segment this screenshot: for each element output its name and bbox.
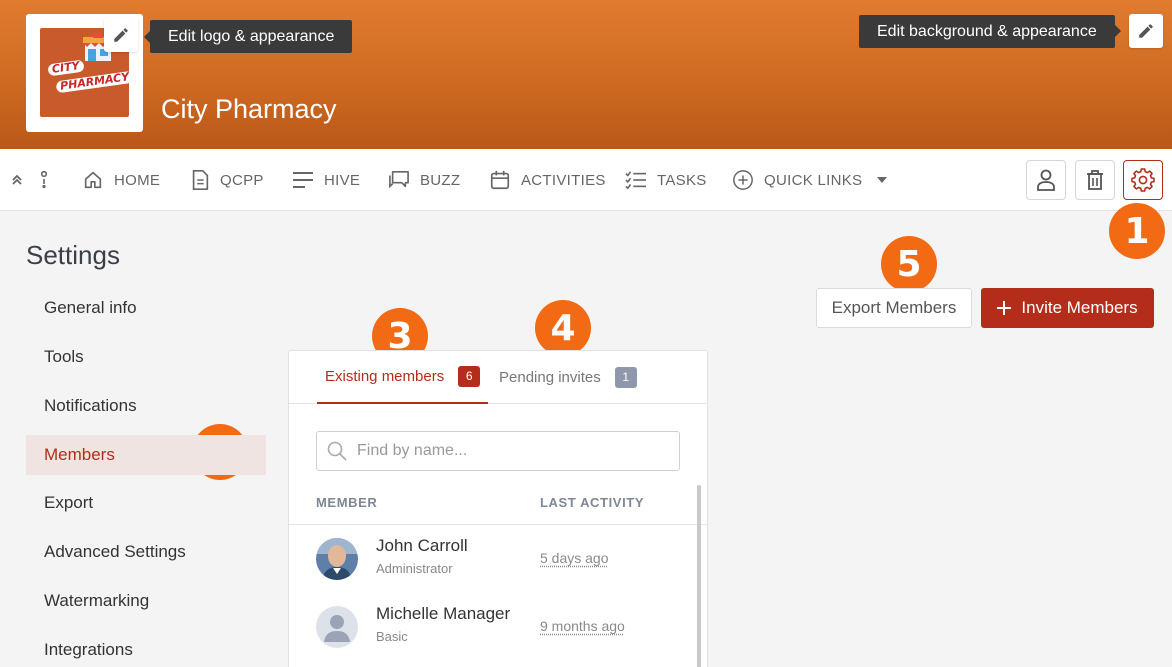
member-name[interactable]: Michelle Manager [376, 604, 510, 624]
lines-icon [293, 172, 313, 188]
default-avatar-icon [316, 606, 358, 648]
profile-button[interactable] [1026, 160, 1066, 200]
logo-text-line2: PHARMACY [55, 70, 129, 94]
sidebar-item-integrations[interactable]: Integrations [26, 630, 266, 667]
table-row[interactable]: John Carroll Administrator 5 days ago [289, 526, 694, 594]
search-input[interactable] [357, 442, 657, 460]
settings-button[interactable] [1123, 160, 1163, 200]
edit-background-tooltip: Edit background & appearance [859, 15, 1121, 48]
edit-logo-tooltip: Edit logo & appearance [143, 20, 353, 53]
checklist-icon [625, 171, 646, 190]
plus-icon [997, 301, 1012, 315]
nav-label: BUZZ [420, 171, 461, 189]
sidebar-item-notifications[interactable]: Notifications [26, 386, 266, 426]
members-panel: Existing members 6 Pending invites 1 MEM… [288, 350, 708, 667]
collapse-chevrons-icon[interactable] [11, 174, 23, 186]
user-icon [1037, 169, 1055, 191]
nav-home[interactable]: HOME [82, 149, 160, 211]
tab-existing-members[interactable]: Existing members 6 [317, 351, 489, 404]
nav-hive[interactable]: HIVE [292, 149, 360, 211]
nav-quick-links[interactable]: QUICK LINKS [732, 149, 888, 211]
sidebar-item-watermarking[interactable]: Watermarking [26, 581, 266, 621]
main-nav: HOME QCPP HIVE BUZZ ACTIVITIES TASKS QUI… [0, 149, 1172, 211]
logo-text-line1: CITY [47, 59, 85, 77]
nav-qcpp[interactable]: QCPP [190, 149, 264, 211]
invite-members-label: Invite Members [1021, 298, 1138, 317]
tab-pending-invites[interactable]: Pending invites 1 [499, 351, 637, 404]
person-photo-icon [316, 538, 358, 580]
trash-icon [1087, 170, 1103, 190]
divider [289, 524, 707, 525]
gear-icon [1131, 168, 1155, 192]
chat-icon [389, 171, 409, 189]
column-header-last-activity[interactable]: LAST ACTIVITY [540, 495, 644, 510]
tab-label: Pending invites [499, 369, 601, 386]
plus-circle-icon [733, 170, 753, 190]
member-name[interactable]: John Carroll [376, 536, 468, 556]
nav-label: ACTIVITIES [521, 171, 606, 189]
annotation-badge: 5 [881, 236, 937, 292]
edit-logo-button[interactable] [104, 18, 138, 52]
annotation-badge: 4 [535, 300, 591, 356]
calendar-icon [490, 170, 510, 190]
home-icon [84, 171, 102, 189]
trash-button[interactable] [1075, 160, 1115, 200]
tab-label: Existing members [325, 368, 445, 385]
nav-label: TASKS [657, 171, 707, 189]
caret-down-icon [877, 177, 888, 183]
nav-buzz[interactable]: BUZZ [388, 149, 460, 211]
invite-members-button[interactable]: Invite Members [981, 288, 1154, 328]
scrollbar[interactable] [697, 485, 701, 667]
site-header: CITY PHARMACY Edit logo & appearance Edi… [0, 0, 1172, 149]
page-title: Settings [26, 240, 120, 270]
export-members-button[interactable]: Export Members [816, 288, 972, 328]
edit-background-button[interactable] [1129, 14, 1163, 48]
count-badge: 6 [458, 366, 481, 387]
nav-activities[interactable]: ACTIVITIES [489, 149, 606, 211]
member-role: Administrator [376, 561, 453, 576]
nav-label: HIVE [324, 171, 361, 189]
member-tabs: Existing members 6 Pending invites 1 [289, 351, 707, 404]
nav-label: HOME [114, 171, 161, 189]
member-role: Basic [376, 629, 408, 644]
column-header-member[interactable]: MEMBER [316, 495, 377, 510]
pencil-icon [114, 28, 128, 42]
sidebar-item-general-info[interactable]: General info [26, 288, 266, 328]
sidebar-item-advanced-settings[interactable]: Advanced Settings [26, 532, 266, 572]
search-field[interactable] [316, 431, 680, 471]
avatar [316, 538, 358, 580]
avatar [316, 606, 358, 648]
drag-handle-icon[interactable] [38, 171, 50, 189]
nav-label: QCPP [220, 171, 264, 189]
sidebar-item-members[interactable]: Members [26, 435, 266, 475]
site-title: City Pharmacy [161, 94, 337, 124]
sidebar-item-tools[interactable]: Tools [26, 337, 266, 377]
document-icon [192, 170, 209, 190]
nav-tasks[interactable]: TASKS [625, 149, 707, 211]
last-activity: 5 days ago [540, 550, 609, 566]
sidebar-item-export[interactable]: Export [26, 483, 266, 523]
count-badge: 1 [614, 367, 637, 388]
last-activity: 9 months ago [540, 618, 625, 634]
table-row[interactable]: Michelle Manager Basic 9 months ago [289, 594, 694, 662]
search-icon [327, 441, 347, 461]
nav-label: QUICK LINKS [764, 171, 863, 189]
annotation-badge: 1 [1109, 203, 1165, 259]
pencil-icon [1139, 24, 1153, 38]
